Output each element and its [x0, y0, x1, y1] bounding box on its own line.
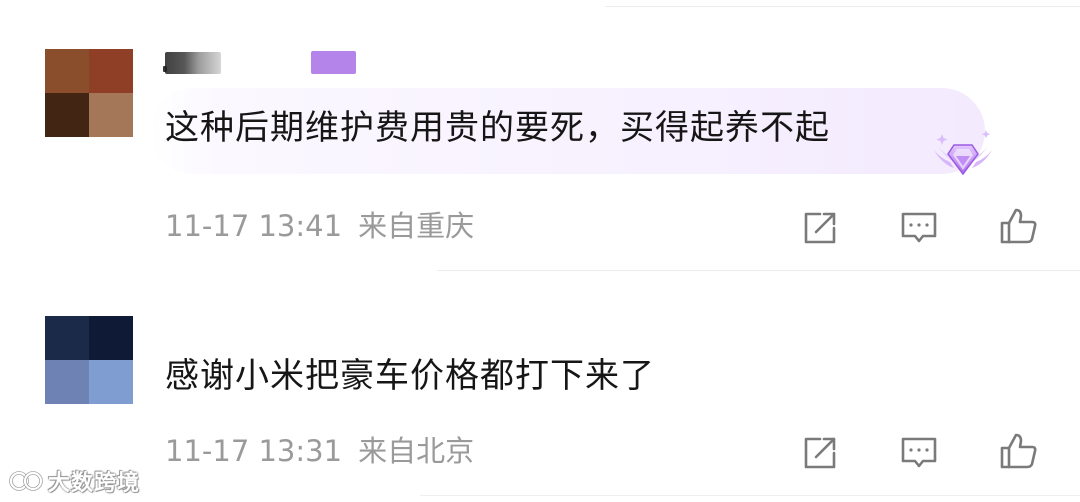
- watermark-text: 大数跨境: [48, 471, 141, 496]
- watermark: 大数跨境: [8, 466, 140, 496]
- username-redacted[interactable]: [163, 52, 221, 74]
- comment-item: 感谢小米把豪车价格都打下来了 11-17 13:31 来自北京: [0, 271, 1080, 502]
- comment-item: 这种后期维护费用贵的要死，买得起养不起 11-17 13:41 来自重庆: [0, 0, 1080, 270]
- like-icon[interactable]: [999, 431, 1039, 471]
- like-icon[interactable]: [999, 206, 1039, 246]
- avatar-tile: [89, 93, 133, 137]
- comment-time: 11-17 13:41: [165, 209, 343, 243]
- comment-meta: 11-17 13:31 来自北京: [165, 433, 474, 469]
- comment-text: 感谢小米把豪车价格都打下来了: [165, 356, 655, 396]
- comment-location: 来自北京: [358, 434, 475, 468]
- username-blur: [165, 52, 221, 74]
- avatar-tile: [45, 49, 89, 93]
- comment-text: 这种后期维护费用贵的要死，买得起养不起: [165, 108, 830, 148]
- share-icon[interactable]: [800, 433, 840, 473]
- comment-meta: 11-17 13:41 来自重庆: [165, 208, 474, 244]
- bottom-divider: [420, 495, 1080, 496]
- avatar-tile: [89, 360, 133, 404]
- diamond-vip-icon[interactable]: [928, 124, 998, 178]
- avatar-tile: [45, 360, 89, 404]
- comment-time: 11-17 13:31: [165, 434, 343, 468]
- comment-icon[interactable]: [899, 433, 939, 473]
- avatar-tile: [89, 316, 133, 360]
- share-icon[interactable]: [800, 208, 840, 248]
- watermark-logo-icon: [9, 471, 43, 491]
- user-badge[interactable]: [311, 51, 356, 74]
- avatar-tile: [89, 49, 133, 93]
- avatar[interactable]: [45, 316, 133, 404]
- avatar[interactable]: [45, 49, 133, 137]
- avatar-tile: [45, 93, 89, 137]
- comment-location: 来自重庆: [358, 209, 475, 243]
- comment-icon[interactable]: [899, 208, 939, 248]
- avatar-tile: [45, 316, 89, 360]
